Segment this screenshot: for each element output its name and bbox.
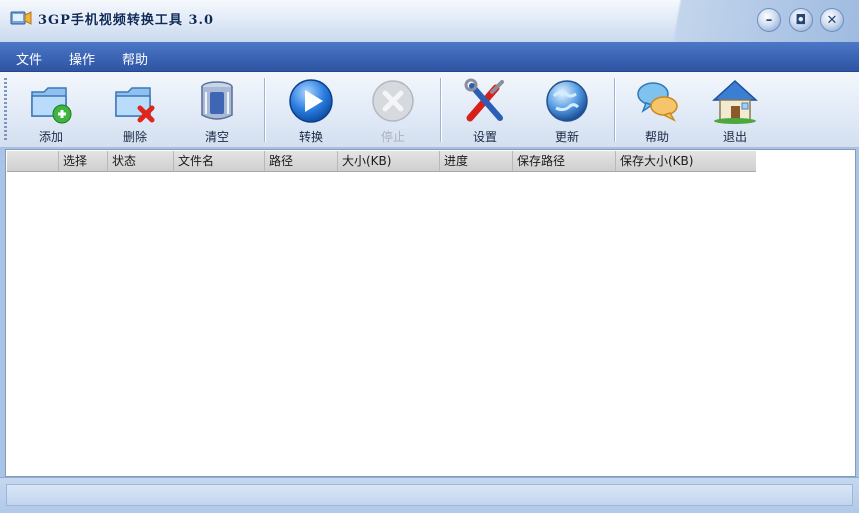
file-list[interactable]: 选择 状态 文件名 路径 大小(KB) 进度 保存路径 保存大小(KB): [5, 149, 856, 477]
add-button[interactable]: 添加: [18, 76, 84, 146]
minimize-button[interactable]: –: [757, 8, 781, 32]
app-window: 3GP手机视频转换工具 3.0 – ◘ ✕ 文件 操作 帮助 添加 删除 清空 …: [0, 0, 859, 513]
globe-icon: [546, 80, 588, 122]
restore-icon: ◘: [795, 12, 807, 28]
close-button[interactable]: ✕: [820, 8, 844, 32]
add-label: 添加: [38, 130, 63, 144]
delete-folder-icon: [115, 87, 155, 123]
window-title: 3GP手机视频转换工具 3.0: [38, 13, 215, 28]
update-button[interactable]: 更新: [534, 76, 600, 146]
clear-button[interactable]: 清空: [184, 76, 250, 146]
convert-label: 转换: [298, 130, 323, 144]
trash-bin-icon: [201, 81, 233, 120]
play-icon: [289, 79, 333, 123]
column-header-spacer: [7, 151, 59, 171]
column-header-status[interactable]: 状态: [108, 151, 174, 171]
help-button[interactable]: 帮助: [624, 76, 690, 146]
chat-bubbles-icon: [637, 82, 678, 122]
settings-label: 设置: [472, 130, 497, 144]
house-icon: [712, 79, 758, 124]
clear-label: 清空: [204, 130, 229, 144]
column-header-size[interactable]: 大小(KB): [338, 151, 440, 171]
toolbar-separator: [614, 78, 615, 142]
stop-icon: [372, 80, 414, 122]
delete-label: 删除: [122, 130, 147, 144]
convert-button[interactable]: 转换: [278, 76, 344, 146]
toolbar-separator: [440, 78, 441, 142]
settings-button[interactable]: 设置: [452, 76, 518, 146]
column-header-path[interactable]: 路径: [265, 151, 338, 171]
menu-operation[interactable]: 操作: [69, 49, 95, 68]
menu-bar: 文件 操作 帮助: [0, 42, 859, 72]
exit-button[interactable]: 退出: [702, 76, 768, 146]
column-header-progress[interactable]: 进度: [440, 151, 513, 171]
toolbar-grip[interactable]: [4, 78, 7, 142]
menu-file[interactable]: 文件: [16, 49, 42, 68]
status-bar: [0, 477, 859, 513]
stop-button[interactable]: 停止: [360, 76, 426, 146]
status-panel: [6, 484, 853, 506]
menu-help[interactable]: 帮助: [122, 49, 148, 68]
column-header-save-size[interactable]: 保存大小(KB): [616, 151, 756, 171]
tools-icon: [464, 78, 504, 122]
delete-button[interactable]: 删除: [102, 76, 168, 146]
stop-label: 停止: [380, 130, 405, 144]
column-header-save-path[interactable]: 保存路径: [513, 151, 616, 171]
toolbar-separator: [264, 78, 265, 142]
column-header-row: 选择 状态 文件名 路径 大小(KB) 进度 保存路径 保存大小(KB): [7, 151, 756, 172]
exit-label: 退出: [722, 130, 747, 144]
update-label: 更新: [554, 130, 579, 144]
app-logo-icon: [10, 11, 32, 25]
title-bar[interactable]: 3GP手机视频转换工具 3.0 – ◘ ✕: [0, 0, 859, 42]
column-header-filename[interactable]: 文件名: [174, 151, 265, 171]
add-folder-icon: [31, 87, 72, 124]
toolbar: 添加 删除 清空 转换 停止 设置 更新 帮助 退出: [0, 72, 859, 148]
close-icon: ✕: [826, 12, 838, 28]
help-label: 帮助: [644, 130, 669, 144]
minimize-icon: –: [765, 12, 773, 28]
column-header-select[interactable]: 选择: [59, 151, 108, 171]
restore-button[interactable]: ◘: [789, 8, 813, 32]
